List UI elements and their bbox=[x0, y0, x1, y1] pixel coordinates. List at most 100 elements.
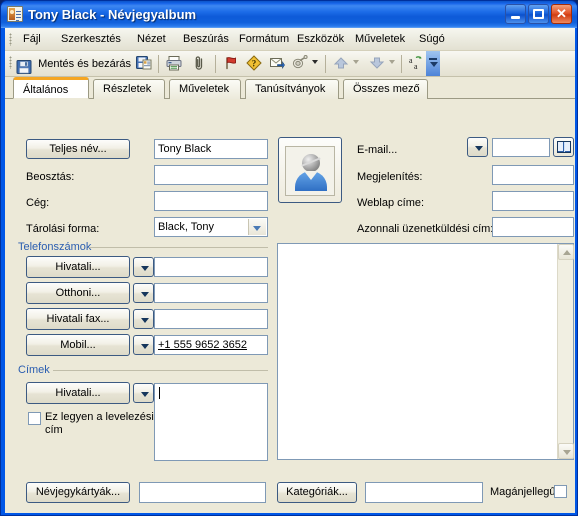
job-title-label: Beosztás: bbox=[26, 171, 75, 183]
private-checkbox[interactable] bbox=[554, 485, 567, 498]
next-item-dropdown-arrow[interactable] bbox=[389, 60, 395, 64]
file-as-label: Tárolási forma: bbox=[26, 223, 100, 235]
menu-item-muveletek[interactable]: Műveletek bbox=[349, 31, 411, 48]
email-button-label[interactable]: E-mail... bbox=[357, 144, 397, 156]
mailing-address-checkbox[interactable] bbox=[28, 412, 41, 425]
toolbar: Mentés és bezárás ? a a bbox=[5, 51, 575, 77]
addresses-group-label: Címek bbox=[18, 364, 50, 376]
menu-item-beszuras[interactable]: Beszúrás bbox=[177, 31, 235, 48]
email-input[interactable] bbox=[492, 138, 550, 157]
toolbar-options-icon[interactable] bbox=[426, 51, 440, 76]
company-label: Cég: bbox=[26, 197, 50, 209]
client-area: Fájl Szerkesztés Nézet Beszúrás Formátum… bbox=[5, 28, 575, 513]
tab-reszletek[interactable]: Részletek bbox=[93, 79, 165, 99]
addresses-group-divider bbox=[53, 370, 268, 371]
email-dropdown-button[interactable] bbox=[467, 137, 488, 157]
title-bar: Tony Black - Névjegyalbum ✕ bbox=[1, 1, 577, 28]
tab-strip: Általános Részletek Műveletek Tanúsítván… bbox=[5, 77, 575, 99]
spelling-icon[interactable]: a a bbox=[409, 55, 425, 71]
web-page-label: Weblap címe: bbox=[357, 197, 425, 209]
phone-type-dropdown-4[interactable] bbox=[133, 335, 154, 355]
display-as-label: Megjelenítés: bbox=[357, 171, 423, 183]
attach-file-icon[interactable] bbox=[191, 55, 207, 71]
categories-input[interactable] bbox=[365, 482, 483, 503]
menu-item-formatum[interactable]: Formátum bbox=[233, 31, 295, 48]
phone-type-button-4[interactable]: Mobil... bbox=[26, 334, 130, 356]
menu-item-szerkesztes[interactable]: Szerkesztés bbox=[55, 31, 127, 48]
file-as-combobox[interactable]: Black, Tony bbox=[154, 217, 268, 237]
menu-grip-handle[interactable] bbox=[9, 33, 12, 46]
follow-up-dropdown-arrow[interactable] bbox=[312, 60, 318, 64]
phones-group-label: Telefonszámok bbox=[18, 241, 92, 253]
scroll-up-icon[interactable] bbox=[558, 244, 574, 260]
phone-type-button-2[interactable]: Otthoni... bbox=[26, 282, 130, 304]
categories-button[interactable]: Kategóriák... bbox=[277, 482, 357, 503]
mailing-address-label: Ez legyen a levelezési cím bbox=[45, 411, 154, 436]
im-address-label: Azonnali üzenetküldési cím: bbox=[357, 223, 494, 235]
flag-icon[interactable] bbox=[223, 55, 239, 71]
phone-type-button-3[interactable]: Hivatali fax... bbox=[26, 308, 130, 330]
menu-item-eszkozok[interactable]: Eszközök bbox=[291, 31, 350, 48]
web-page-input[interactable] bbox=[492, 191, 574, 211]
phone-type-dropdown-1[interactable] bbox=[133, 257, 154, 277]
notes-scrollbar[interactable] bbox=[557, 244, 574, 459]
scroll-down-icon[interactable] bbox=[558, 443, 574, 459]
follow-up-icon[interactable] bbox=[292, 55, 308, 71]
display-as-input[interactable] bbox=[492, 165, 574, 185]
phone-input-3[interactable] bbox=[154, 309, 268, 329]
notes-textarea[interactable] bbox=[277, 243, 574, 460]
company-input[interactable] bbox=[154, 191, 268, 211]
tab-tanusitvanyok[interactable]: Tanúsítványok bbox=[245, 79, 339, 99]
phone-input-1[interactable] bbox=[154, 257, 268, 277]
tab-altalanos[interactable]: Általános bbox=[13, 77, 89, 99]
contact-window: Tony Black - Névjegyalbum ✕ Fájl Szerkes… bbox=[0, 0, 578, 516]
close-icon: ✕ bbox=[556, 6, 567, 21]
print-icon[interactable] bbox=[166, 55, 182, 71]
importance-high-icon[interactable]: ? bbox=[246, 55, 262, 71]
menu-bar: Fájl Szerkesztés Nézet Beszúrás Formátum… bbox=[5, 28, 575, 51]
phone-input-2[interactable] bbox=[154, 283, 268, 303]
file-as-value: Black, Tony bbox=[158, 221, 215, 233]
previous-item-dropdown-arrow[interactable] bbox=[353, 60, 359, 64]
im-address-input[interactable] bbox=[492, 217, 574, 237]
maximize-button[interactable] bbox=[528, 4, 549, 24]
minimize-button[interactable] bbox=[505, 4, 526, 24]
close-button[interactable]: ✕ bbox=[551, 4, 572, 24]
save-and-close-label: Mentés és bezárás bbox=[38, 58, 131, 71]
svg-text:a: a bbox=[414, 62, 418, 71]
general-tab-page: Teljes név... Tony Black Beosztás: Cég: … bbox=[5, 99, 575, 512]
contacts-input[interactable] bbox=[139, 482, 266, 503]
private-label: Magánjellegű bbox=[490, 486, 556, 498]
phone-input-4[interactable]: +1 555 9652 3652 bbox=[154, 335, 268, 355]
toolbar-grip-handle[interactable] bbox=[9, 56, 12, 69]
contacts-button[interactable]: Névjegykártyák... bbox=[26, 482, 130, 503]
contact-photo-icon bbox=[285, 146, 335, 196]
chevron-down-icon[interactable] bbox=[248, 219, 266, 235]
next-item-icon[interactable] bbox=[369, 55, 385, 71]
job-title-input[interactable] bbox=[154, 165, 268, 185]
menu-item-fajl[interactable]: Fájl bbox=[17, 31, 47, 48]
window-title: Tony Black - Névjegyalbum bbox=[28, 7, 197, 22]
menu-item-sugo[interactable]: Súgó bbox=[413, 31, 451, 48]
address-type-dropdown[interactable] bbox=[133, 383, 154, 403]
save-and-new-icon[interactable] bbox=[136, 55, 152, 71]
menu-item-nezet[interactable]: Nézet bbox=[131, 31, 172, 48]
phone-type-button-1[interactable]: Hivatali... bbox=[26, 256, 130, 278]
phone-type-dropdown-3[interactable] bbox=[133, 309, 154, 329]
forward-icon[interactable] bbox=[269, 55, 285, 71]
full-name-button[interactable]: Teljes név... bbox=[26, 139, 130, 159]
tab-osszes-mezo[interactable]: Összes mező bbox=[343, 79, 428, 99]
previous-item-icon[interactable] bbox=[333, 55, 349, 71]
phones-group-divider bbox=[89, 247, 268, 248]
address-textarea[interactable] bbox=[154, 383, 268, 461]
save-and-close-button[interactable]: Mentés és bezárás bbox=[16, 53, 131, 75]
svg-text:?: ? bbox=[252, 59, 257, 69]
phone-type-dropdown-2[interactable] bbox=[133, 283, 154, 303]
contact-card-icon bbox=[7, 6, 23, 22]
contact-photo-button[interactable] bbox=[278, 137, 342, 203]
tab-muveletek[interactable]: Műveletek bbox=[169, 79, 241, 99]
address-type-button[interactable]: Hivatali... bbox=[26, 382, 130, 404]
full-name-input[interactable]: Tony Black bbox=[154, 139, 268, 159]
address-book-icon[interactable] bbox=[553, 137, 574, 157]
save-icon bbox=[16, 59, 32, 75]
